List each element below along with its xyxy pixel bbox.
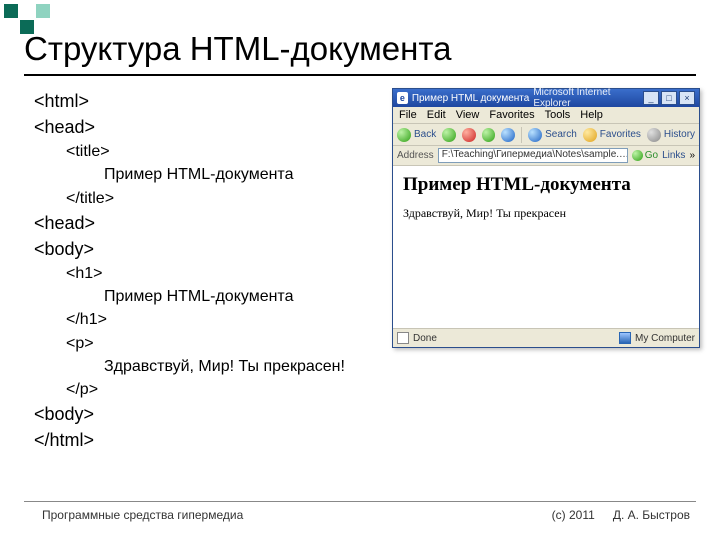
address-input[interactable]: F:\Teaching\Гипермедиа\Notes\sample.… — [438, 148, 628, 163]
code-line: <html> — [34, 88, 379, 114]
menu-file[interactable]: File — [399, 109, 417, 121]
status-right-text: My Computer — [635, 333, 695, 344]
title-underline — [24, 74, 696, 76]
address-bar: Address F:\Teaching\Гипермедиа\Notes\sam… — [393, 146, 699, 166]
toolbar-separator — [521, 127, 522, 143]
document-icon — [397, 332, 409, 344]
favorites-button[interactable]: Favorites — [583, 128, 641, 142]
favorites-label: Favorites — [600, 129, 641, 140]
code-line: </title> — [34, 187, 379, 210]
menu-tools[interactable]: Tools — [545, 109, 571, 121]
code-line: Здравствуй, Мир! Ты прекрасен! — [34, 355, 379, 378]
slide-footer: Программные средства гипермедиа (с) 2011… — [42, 508, 690, 522]
back-label: Back — [414, 129, 436, 140]
window-title-document: Пример HTML документа — [412, 93, 530, 104]
code-line: <head> — [34, 210, 379, 236]
history-clock-icon — [647, 128, 661, 142]
address-label: Address — [397, 150, 434, 161]
code-line: </html> — [34, 427, 379, 453]
close-button[interactable]: × — [679, 91, 695, 105]
back-button[interactable]: Back — [397, 128, 436, 142]
search-label: Search — [545, 129, 577, 140]
refresh-button-icon[interactable] — [482, 128, 496, 142]
search-button[interactable]: Search — [528, 128, 577, 142]
slide-title: Структура HTML-документа — [24, 30, 451, 68]
go-button[interactable]: Go — [632, 150, 658, 161]
go-arrow-icon — [632, 150, 643, 161]
ie-favicon-icon: e — [397, 92, 408, 104]
code-line: </p> — [34, 378, 379, 401]
status-left-text: Done — [413, 333, 437, 344]
forward-button-icon[interactable] — [442, 128, 456, 142]
browser-toolbar: Back Search Favorites History — [393, 124, 699, 146]
window-title-app: Microsoft Internet Explorer — [533, 87, 639, 109]
footer-copyright: (с) 2011 — [552, 508, 595, 522]
menu-help[interactable]: Help — [580, 109, 603, 121]
code-line: <h1> — [34, 262, 379, 285]
browser-menubar: File Edit View Favorites Tools Help — [393, 107, 699, 124]
code-line: <body> — [34, 401, 379, 427]
code-line: Пример HTML-документа — [34, 285, 379, 308]
page-heading: Пример HTML-документа — [403, 174, 689, 196]
status-bar: Done My Computer — [393, 329, 699, 347]
footer-course: Программные средства гипермедиа — [42, 508, 243, 522]
code-line: Пример HTML-документа — [34, 163, 379, 186]
code-line: </h1> — [34, 308, 379, 331]
chevron-icon[interactable]: » — [689, 150, 695, 161]
back-arrow-icon — [397, 128, 411, 142]
menu-view[interactable]: View — [456, 109, 480, 121]
menu-favorites[interactable]: Favorites — [489, 109, 534, 121]
page-paragraph: Здравствуй, Мир! Ты прекрасен — [403, 206, 689, 221]
history-button[interactable]: History — [647, 128, 695, 142]
go-label: Go — [645, 150, 658, 161]
code-line: <p> — [34, 332, 379, 355]
minimize-button[interactable]: _ — [643, 91, 659, 105]
search-icon — [528, 128, 542, 142]
code-block: <html> <head> <title> Пример HTML-докуме… — [34, 88, 379, 453]
footer-author: Д. А. Быстров — [613, 508, 690, 522]
menu-edit[interactable]: Edit — [427, 109, 446, 121]
home-button-icon[interactable] — [501, 128, 515, 142]
footer-rule — [24, 501, 696, 502]
page-content: Пример HTML-документа Здравствуй, Мир! Т… — [393, 166, 699, 329]
code-line: <head> — [34, 114, 379, 140]
stop-button-icon[interactable] — [462, 128, 476, 142]
my-computer-icon — [619, 332, 631, 344]
browser-window: e Пример HTML документа Microsoft Intern… — [392, 88, 700, 348]
history-label: History — [664, 129, 695, 140]
favorites-star-icon — [583, 128, 597, 142]
browser-titlebar[interactable]: e Пример HTML документа Microsoft Intern… — [393, 89, 699, 107]
links-button[interactable]: Links — [662, 150, 685, 161]
code-line: <body> — [34, 236, 379, 262]
code-line: <title> — [34, 140, 379, 163]
maximize-button[interactable]: □ — [661, 91, 677, 105]
